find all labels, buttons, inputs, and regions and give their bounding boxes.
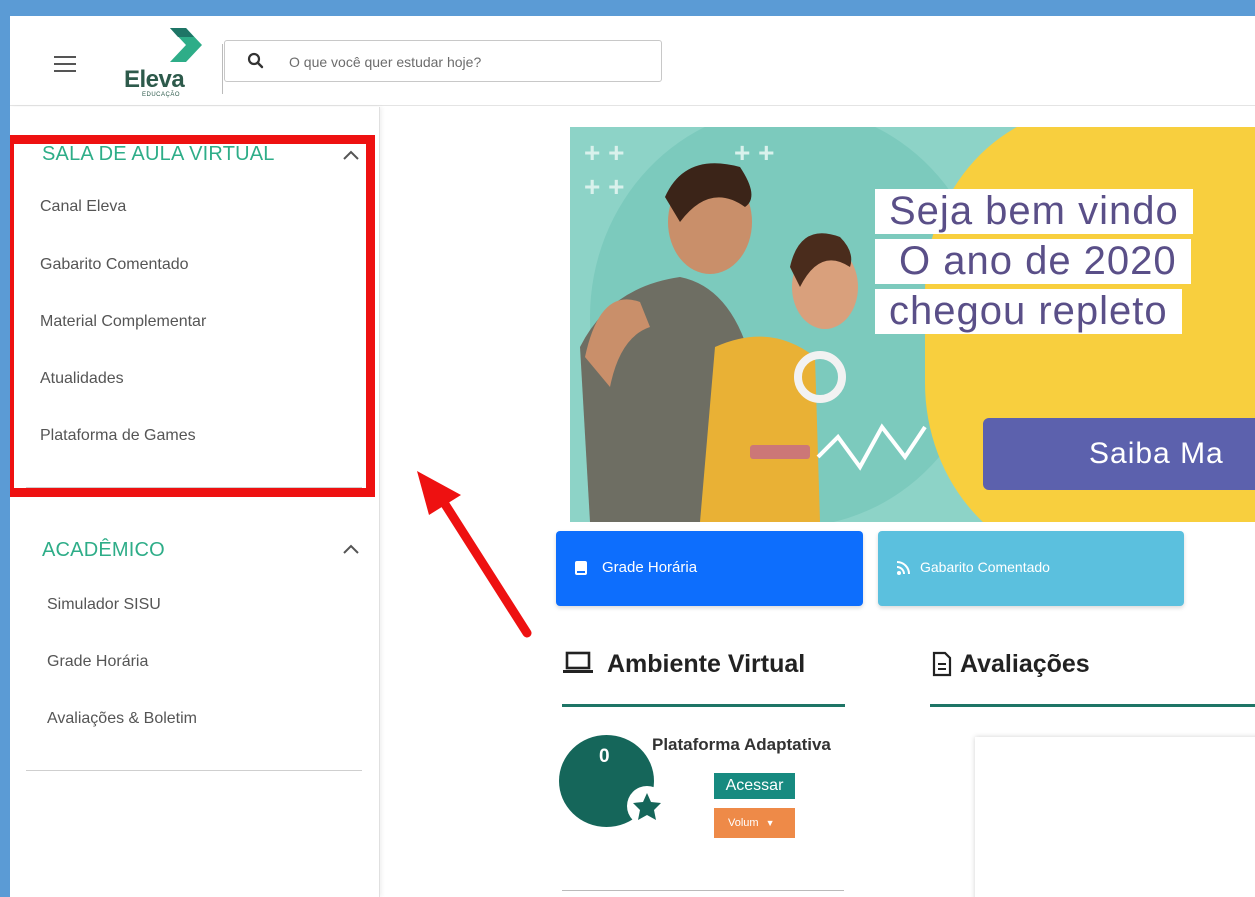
logo-subtitle: EDUCAÇÃO <box>142 92 181 98</box>
banner-line-2: O ano de 2020 <box>875 239 1191 284</box>
section-title-academico[interactable]: ACADÊMICO <box>42 539 165 562</box>
gabarito-comentado-tile[interactable]: Gabarito Comentado <box>878 531 1184 606</box>
search-input[interactable] <box>289 51 649 73</box>
section-title-sala-de-aula-virtual[interactable]: SALA DE AULA VIRTUAL <box>42 143 275 166</box>
badge-count: 0 <box>599 746 610 767</box>
rss-icon <box>896 561 910 575</box>
search-box[interactable] <box>224 40 662 82</box>
laptop-icon <box>563 651 593 673</box>
sidebar-divider <box>26 487 362 488</box>
platform-title: Plataforma Adaptativa <box>652 735 831 754</box>
top-header: Eleva EDUCAÇÃO <box>10 16 1255 106</box>
sidebar-item-avaliacoes-boletim[interactable]: Avaliações & Boletim <box>47 710 197 728</box>
sidebar-item-grade-horaria[interactable]: Grade Horária <box>47 653 148 671</box>
grade-horaria-tile[interactable]: Grade Horária <box>556 531 863 606</box>
tile-label: Gabarito Comentado <box>920 559 1050 575</box>
document-icon <box>932 651 952 677</box>
acessar-button[interactable]: Acessar <box>714 773 795 799</box>
search-icon <box>247 52 264 69</box>
browser-window: Eleva EDUCAÇÃO SALA DE AULA VIRTUAL Cana… <box>10 16 1255 897</box>
star-icon <box>633 793 661 820</box>
banner-line-1: Seja bem vindo <box>875 189 1193 234</box>
sidebar: SALA DE AULA VIRTUAL Canal Eleva Gabarit… <box>10 107 380 897</box>
logo-arrow-icon <box>170 28 202 62</box>
chevron-up-icon[interactable] <box>342 149 360 161</box>
section-divider <box>562 890 844 891</box>
tile-label: Grade Horária <box>602 559 698 576</box>
caret-down-icon: ▼ <box>765 818 775 828</box>
avaliacoes-card[interactable] <box>975 737 1255 897</box>
heading-underline <box>930 704 1255 707</box>
sidebar-item-canal-eleva[interactable]: Canal Eleva <box>40 198 126 216</box>
volume-select[interactable]: Volum ▼ <box>714 808 795 838</box>
sidebar-item-gabarito-comentado[interactable]: Gabarito Comentado <box>40 256 189 274</box>
sidebar-divider <box>26 770 362 771</box>
sidebar-item-atualidades[interactable]: Atualidades <box>40 370 124 388</box>
chevron-up-icon[interactable] <box>342 543 360 555</box>
volume-select-value: Volum <box>728 817 759 829</box>
avaliacoes-heading: Avaliações <box>960 650 1090 678</box>
book-icon <box>575 561 587 575</box>
heading-underline <box>562 704 845 707</box>
welcome-banner[interactable]: + + + + + + Seja bem vindo O ano de 2020… <box>570 127 1255 522</box>
header-divider <box>222 44 223 94</box>
star-badge <box>627 786 667 826</box>
eleva-logo[interactable]: Eleva EDUCAÇÃO <box>124 26 214 104</box>
ambiente-virtual-heading: Ambiente Virtual <box>607 650 806 678</box>
sidebar-item-simulador-sisu[interactable]: Simulador SISU <box>47 596 161 614</box>
sidebar-item-plataforma-de-games[interactable]: Plataforma de Games <box>40 427 196 445</box>
saiba-mais-button[interactable]: Saiba Ma <box>983 418 1255 490</box>
logo-wordmark: Eleva <box>124 66 185 93</box>
red-arrow-annotation <box>417 471 532 638</box>
sidebar-item-material-complementar[interactable]: Material Complementar <box>40 313 206 331</box>
banner-line-3: chegou repleto <box>875 289 1182 334</box>
hamburger-menu-icon[interactable] <box>54 56 76 72</box>
